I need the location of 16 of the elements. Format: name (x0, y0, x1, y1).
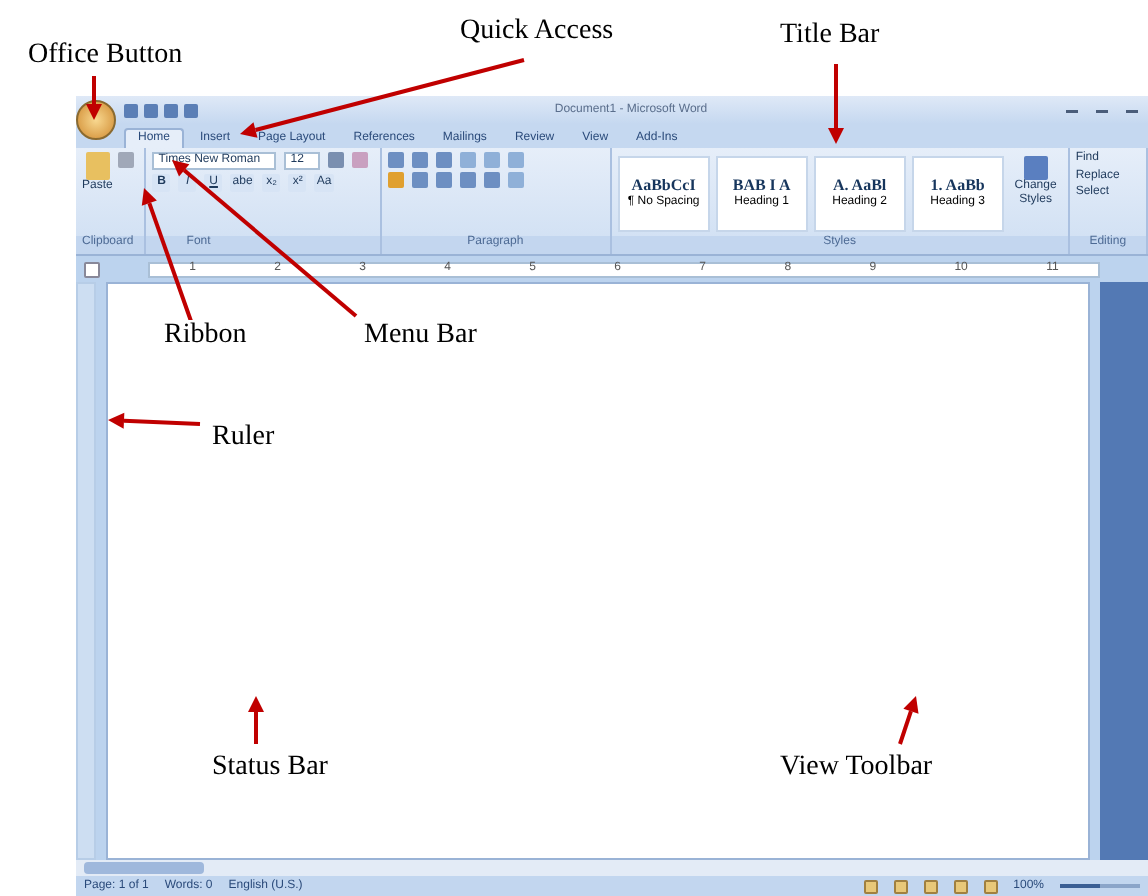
tab-selector-icon[interactable] (84, 261, 100, 277)
annotation-arrow (248, 696, 264, 744)
annotation-arrow (828, 64, 844, 144)
style-preview: A. AaBl (832, 178, 887, 195)
annotation-arrow (86, 76, 102, 120)
minimize-icon[interactable] (1064, 104, 1080, 116)
paste-icon[interactable] (85, 152, 110, 180)
style-preview: AaBbCcI (631, 178, 696, 195)
annotation-label: Quick Access (456, 16, 618, 49)
document-page[interactable] (106, 282, 1090, 860)
scroll-thumb[interactable] (84, 862, 204, 874)
style-preview: BAB I A (732, 178, 791, 195)
style-preview: 1. AaBb (930, 178, 985, 195)
annotation-arrow (108, 412, 201, 429)
annotation-arrow (898, 696, 919, 745)
horizontal-scrollbar[interactable] (76, 860, 1148, 876)
